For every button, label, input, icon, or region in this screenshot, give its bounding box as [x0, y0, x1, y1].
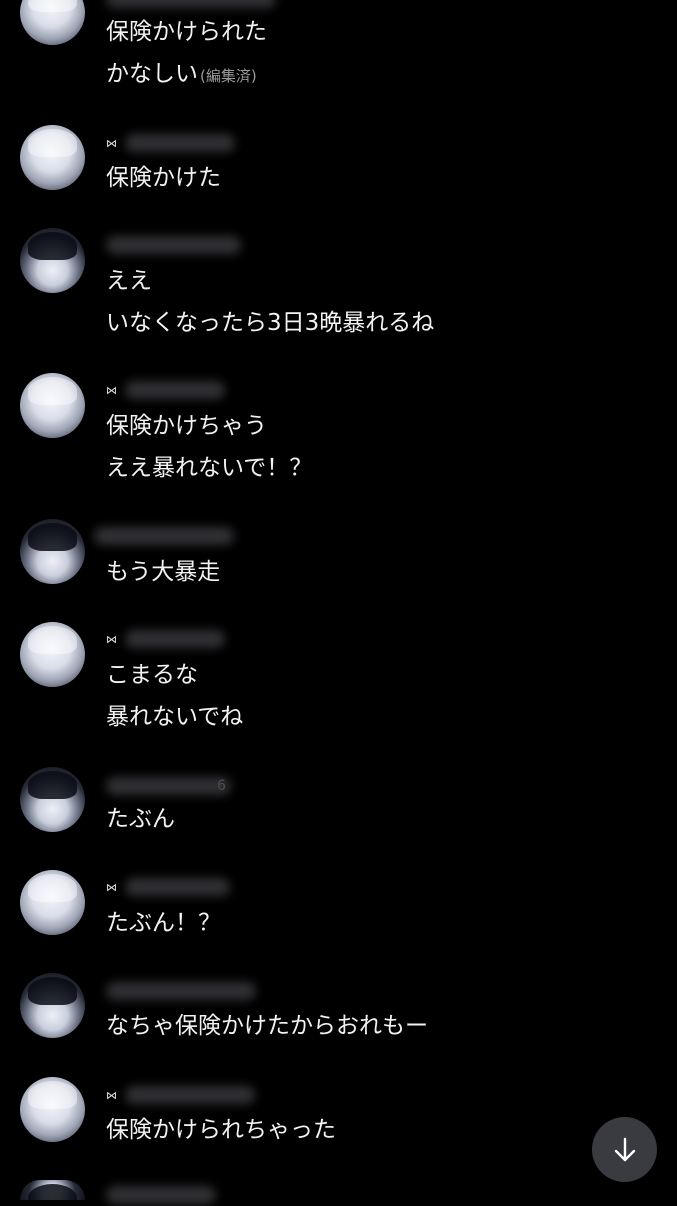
avatar[interactable]: [20, 1180, 85, 1200]
username-row: [106, 980, 256, 1002]
message-text: 保険かけられちゃった: [106, 1117, 336, 1143]
username-redacted: [106, 1186, 216, 1204]
username-redacted: [125, 878, 230, 896]
username-row: [94, 525, 234, 547]
message-text: ええ: [106, 268, 152, 294]
avatar[interactable]: [20, 622, 85, 687]
message-text: 保険かけた: [106, 165, 221, 191]
message-text: たぶん！？: [106, 910, 221, 936]
username-row: ⋈: [106, 379, 225, 401]
bowtie-icon: ⋈: [106, 1088, 117, 1102]
username-redacted: [106, 236, 241, 254]
message-text: いなくなったら3日3晩暴れるね: [106, 310, 435, 336]
arrow-down-icon: [614, 1137, 635, 1161]
message-text: かなしい (編集済): [106, 61, 257, 87]
scroll-to-bottom-button[interactable]: [592, 1117, 657, 1182]
message-text: なちゃ保険かけたからおれもー: [106, 1013, 428, 1039]
username-row: [106, 234, 241, 256]
username-row: [106, 1184, 216, 1206]
avatar[interactable]: [20, 1077, 85, 1142]
username-redacted: [106, 982, 256, 1000]
bowtie-icon: ⋈: [106, 383, 117, 397]
bowtie-icon: ⋈: [106, 632, 117, 646]
username-row: [106, 0, 276, 10]
username-redacted: [125, 381, 225, 399]
avatar[interactable]: [20, 0, 85, 45]
bowtie-icon: ⋈: [106, 136, 117, 150]
message-text: たぶん: [106, 806, 175, 832]
avatar[interactable]: [20, 228, 85, 293]
avatar[interactable]: [20, 125, 85, 190]
message-text: 暴れないでね: [106, 704, 244, 730]
avatar[interactable]: [20, 767, 85, 832]
message-text: もう大暴走: [106, 559, 221, 585]
username-row: ⋈: [106, 1084, 255, 1106]
avatar[interactable]: [20, 519, 85, 584]
chat-log: 保険かけられた かなしい (編集済) ⋈ 保険かけた ええ いなくなったら3日3晩…: [0, 0, 677, 1204]
username-row: ⋈: [106, 628, 225, 650]
edited-label: (編集済): [200, 67, 257, 85]
message-text: ええ暴れないで！？: [106, 455, 313, 481]
username-row: ⋈: [106, 132, 235, 154]
username-redacted: [125, 630, 225, 648]
username-redacted: [106, 777, 231, 795]
avatar[interactable]: [20, 973, 85, 1038]
message-text: 保険かけちゃう: [106, 413, 267, 439]
username-row: ⋈: [106, 876, 230, 898]
message-text: こまるな: [106, 662, 198, 688]
username-redacted: [125, 134, 235, 152]
username-redacted: [106, 0, 276, 8]
username-redacted: [94, 527, 234, 545]
username-row: 6: [106, 775, 231, 797]
username-redacted: [125, 1086, 255, 1104]
avatar[interactable]: [20, 373, 85, 438]
message-text: 保険かけられた: [106, 19, 267, 45]
bowtie-icon: ⋈: [106, 880, 117, 894]
avatar[interactable]: [20, 870, 85, 935]
